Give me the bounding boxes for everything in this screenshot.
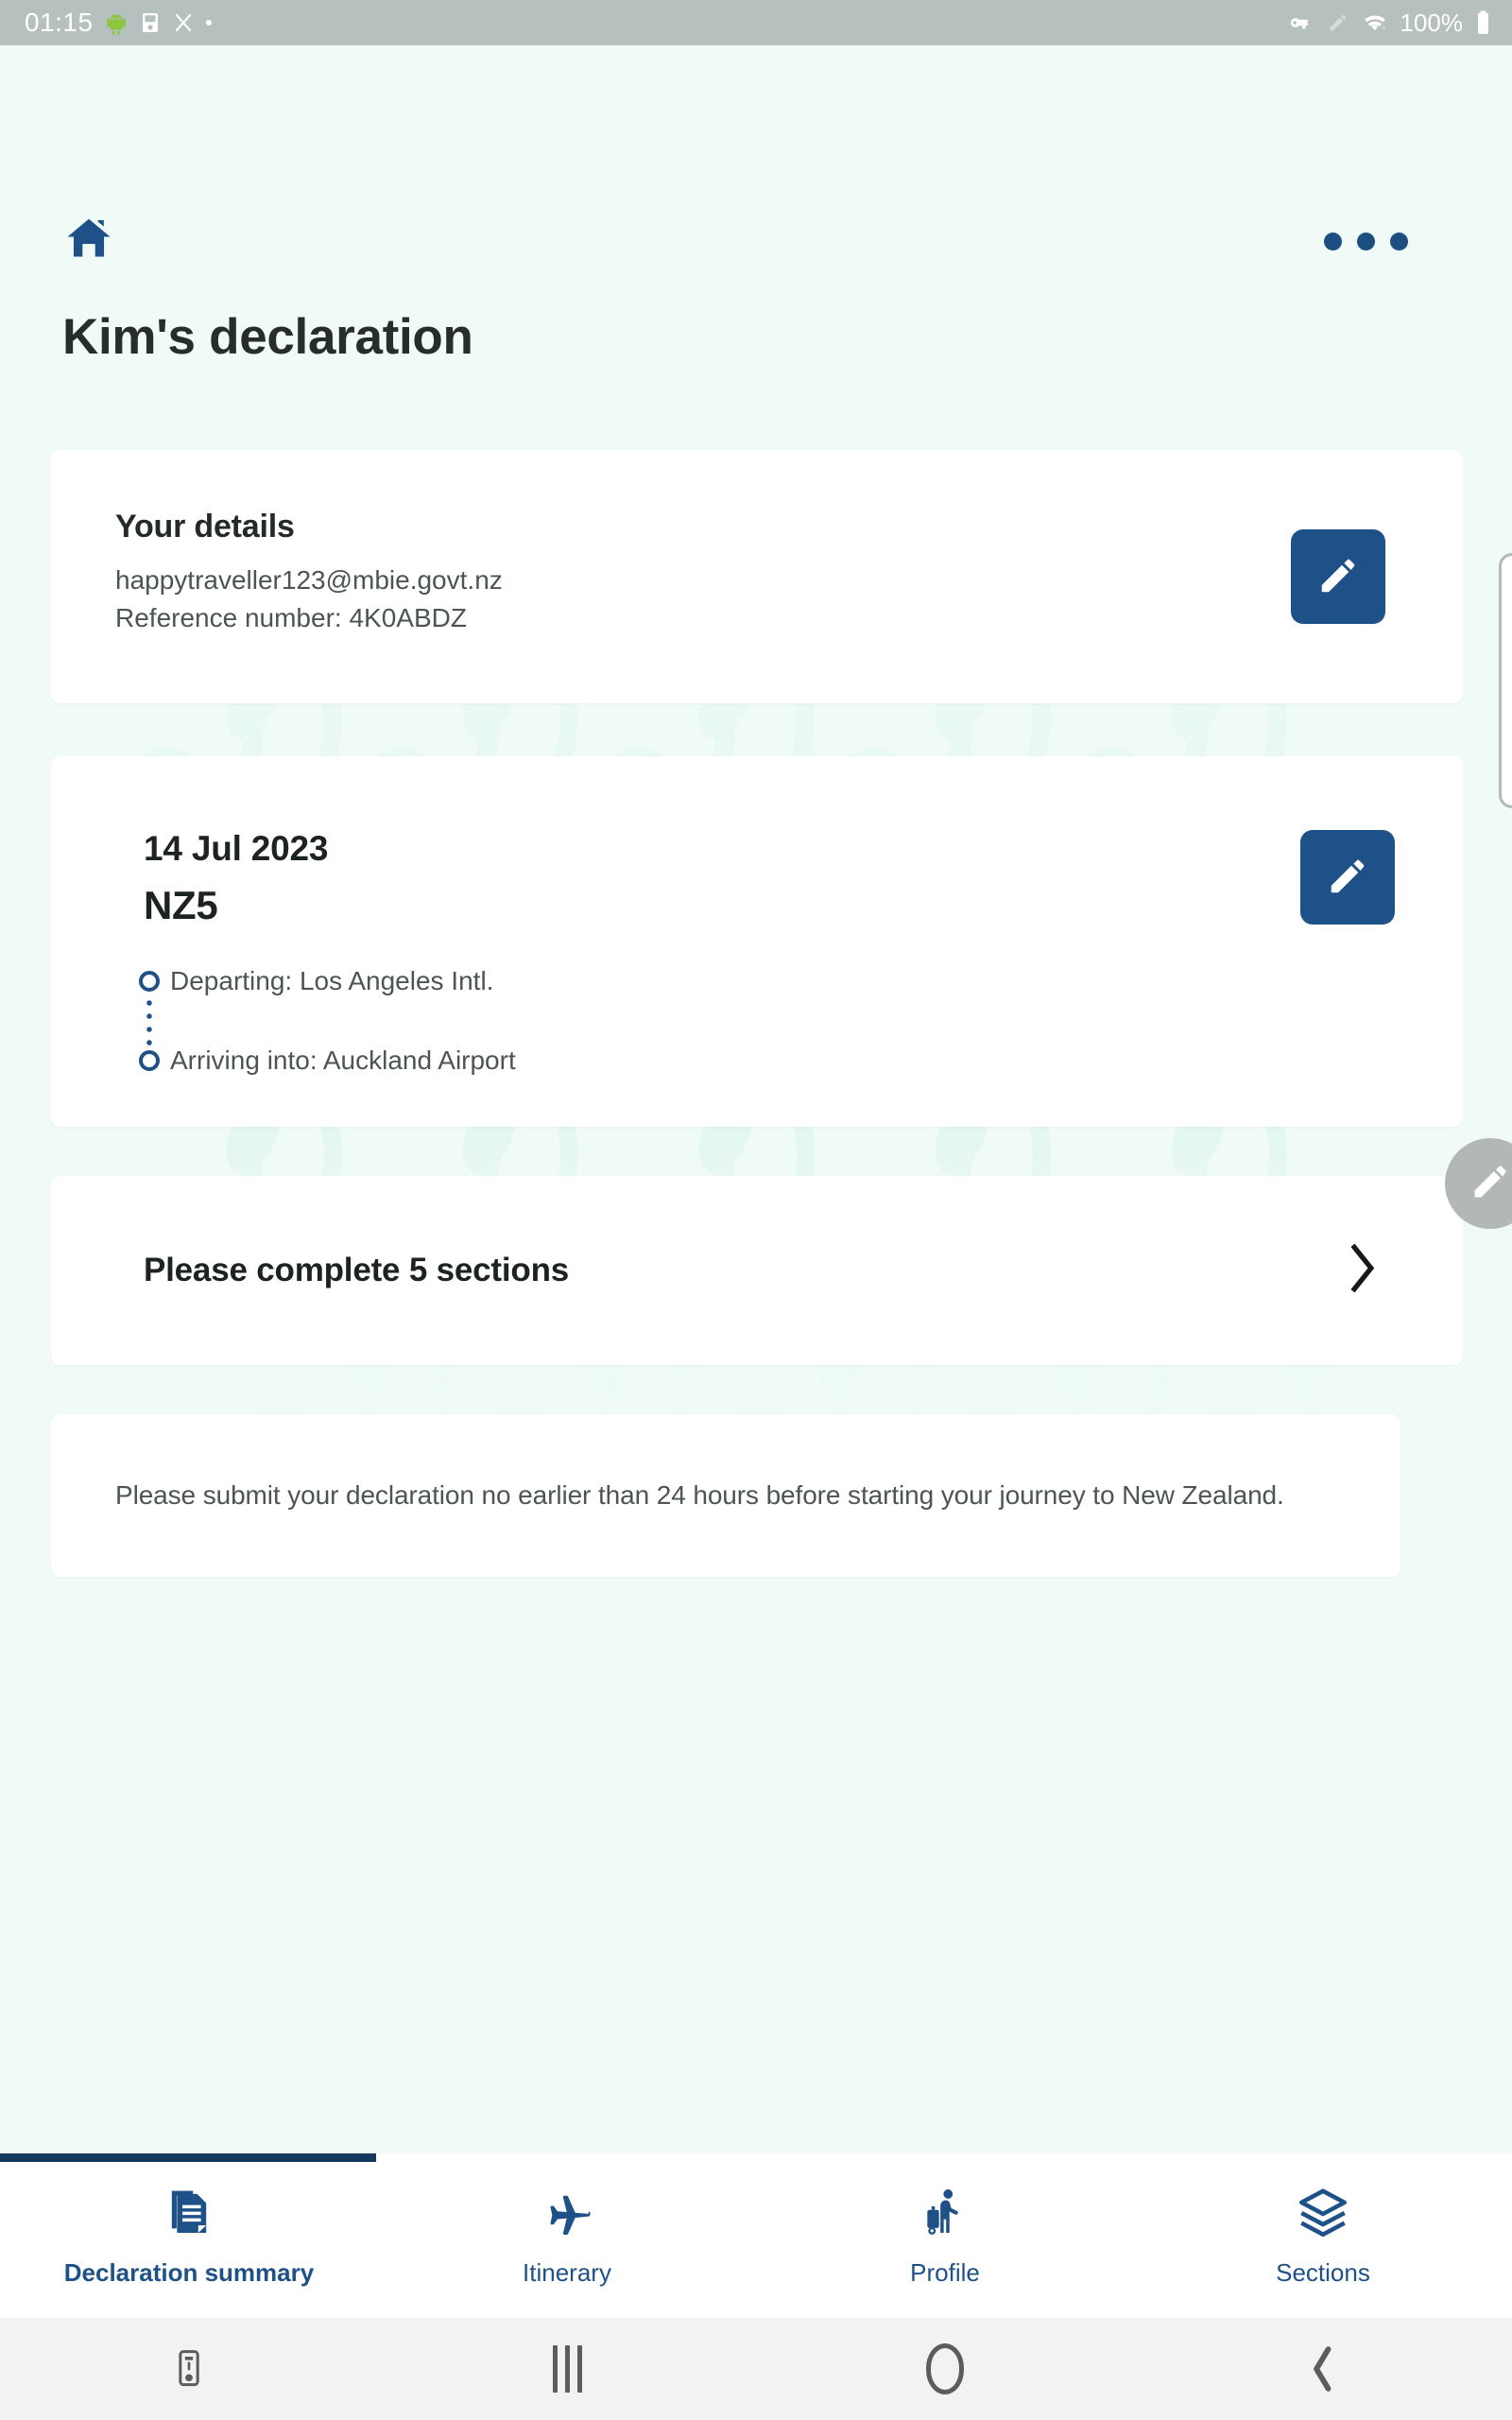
- screenshot-icon[interactable]: [0, 2347, 378, 2391]
- app-surface: Kim's declaration Your details happytrav…: [0, 45, 1512, 2363]
- back-icon[interactable]: [1134, 2345, 1512, 2393]
- do-not-disturb-icon: [172, 10, 195, 35]
- flight-date: 14 Jul 2023: [144, 829, 329, 868]
- submission-notice-card: Please submit your declaration no earlie…: [51, 1414, 1400, 1577]
- flight-itinerary-card: 14 Jul 2023 NZ5 Departing: Los Angeles I…: [51, 756, 1463, 1127]
- pencil-icon: [1326, 855, 1369, 901]
- flight-number: NZ5: [144, 883, 218, 927]
- pencil-icon: [1316, 554, 1360, 600]
- nav-label-sections: Sections: [1276, 2258, 1370, 2287]
- nav-label-profile: Profile: [910, 2258, 980, 2287]
- page-title: Kim's declaration: [62, 309, 473, 365]
- pencil-icon: [1469, 1161, 1511, 1207]
- screenshot-saved-icon: [139, 10, 162, 35]
- wifi-icon: [1362, 10, 1388, 35]
- battery-percentage: 100%: [1400, 8, 1464, 37]
- edit-your-details-button[interactable]: [1291, 529, 1385, 624]
- route-arriving-row: Arriving into: Auckland Airport: [138, 1046, 667, 1076]
- route-end-marker-icon: [139, 1050, 160, 1071]
- submission-notice-text: Please submit your declaration no earlie…: [115, 1480, 1284, 1510]
- route-arriving-label: Arriving into: Auckland Airport: [170, 1046, 516, 1075]
- android-robot-icon: [104, 9, 129, 36]
- vpn-key-icon: [1286, 10, 1314, 35]
- complete-sections-label: Please complete 5 sections: [144, 1252, 570, 1288]
- pencil-icon: [1327, 10, 1349, 35]
- android-system-navigation-bar: [0, 2318, 1512, 2420]
- route-departing-label: Departing: Los Angeles Intl.: [170, 966, 494, 995]
- your-details-reference: Reference number: 4K0ABDZ: [115, 602, 467, 632]
- your-details-card: Your details happytraveller123@mbie.govt…: [51, 450, 1463, 703]
- airplane-icon: [538, 2186, 596, 2245]
- offscreen-panel-outline: [1499, 553, 1512, 808]
- home-icon[interactable]: [62, 214, 115, 268]
- status-bar-clock: 01:15: [25, 8, 94, 37]
- status-bar-left: 01:15: [25, 9, 213, 36]
- route-departing-row: Departing: Los Angeles Intl.: [138, 966, 667, 996]
- dot-icon: [205, 19, 213, 26]
- recents-icon[interactable]: [378, 2345, 756, 2393]
- declaration-document-icon: [163, 2186, 215, 2245]
- active-tab-indicator: [0, 2153, 376, 2162]
- flight-route: Departing: Los Angeles Intl. Arriving in…: [138, 966, 667, 1076]
- traveller-suitcase-icon: [919, 2186, 971, 2245]
- chevron-right-icon[interactable]: [1346, 1242, 1380, 1300]
- your-details-title: Your details: [115, 509, 295, 544]
- nav-label-itinerary: Itinerary: [523, 2258, 611, 2287]
- nav-label-declaration-summary: Declaration summary: [63, 2258, 315, 2287]
- route-start-marker-icon: [139, 971, 160, 992]
- edit-flight-button[interactable]: [1300, 830, 1395, 925]
- status-bar-right: 100%: [1286, 9, 1492, 38]
- your-details-email: happytraveller123@mbie.govt.nz: [115, 565, 503, 595]
- battery-icon: [1475, 9, 1491, 36]
- layers-icon: [1295, 2186, 1351, 2245]
- more-options-icon[interactable]: [1324, 233, 1408, 251]
- your-details-body: Your details happytraveller123@mbie.govt…: [115, 509, 503, 636]
- home-icon[interactable]: [756, 2343, 1134, 2394]
- android-status-bar: 01:15 100%: [0, 0, 1512, 45]
- complete-sections-card[interactable]: Please complete 5 sections: [51, 1176, 1463, 1365]
